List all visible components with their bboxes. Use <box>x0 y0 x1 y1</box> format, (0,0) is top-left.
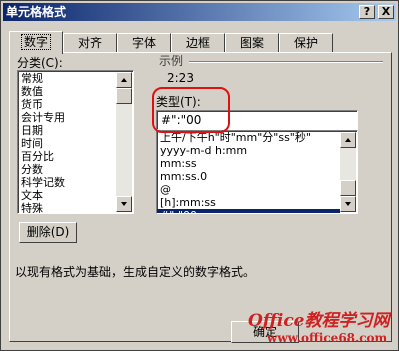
scroll-up-button[interactable] <box>116 72 132 88</box>
arrow-down-icon <box>121 202 127 206</box>
dialog-title: 单元格格式 <box>6 5 67 19</box>
tab-label: 保护 <box>293 36 318 50</box>
category-item[interactable]: 时间 <box>18 137 116 150</box>
category-item[interactable]: 科学记数 <box>18 176 116 189</box>
tab-number[interactable]: 数字 <box>9 31 63 54</box>
help-icon: ? <box>363 5 371 18</box>
category-item[interactable]: 货币 <box>18 98 116 111</box>
scroll-thumb[interactable] <box>116 88 132 104</box>
type-item[interactable]: mm:ss.0 <box>157 170 340 183</box>
category-scrollbar[interactable] <box>116 72 132 212</box>
description-text: 以现有格式为基础，生成自定义的数字格式。 <box>15 265 256 279</box>
arrow-up-icon <box>345 138 351 142</box>
tab-patterns[interactable]: 图案 <box>225 33 279 53</box>
category-item[interactable]: 常规 <box>18 72 116 85</box>
tab-protection[interactable]: 保护 <box>279 33 333 53</box>
scroll-thumb[interactable] <box>340 180 356 196</box>
close-button[interactable]: X <box>378 5 394 19</box>
category-item[interactable]: 分数 <box>18 163 116 176</box>
watermark-url: www.office68.com <box>267 331 388 345</box>
category-item[interactable]: 百分比 <box>18 150 116 163</box>
sample-label: 示例 <box>159 54 184 68</box>
type-item[interactable]: @ <box>157 183 340 196</box>
type-scrollbar[interactable] <box>340 132 356 212</box>
category-item[interactable]: 文本 <box>18 189 116 202</box>
type-item[interactable]: [h]:mm:ss <box>157 196 340 209</box>
category-item[interactable]: 会计专用 <box>18 111 116 124</box>
type-item[interactable]: mm:ss <box>157 157 340 170</box>
category-list[interactable]: 常规数值货币会计专用日期时间百分比分数科学记数文本特殊自定义 <box>17 70 134 214</box>
watermark-logo: Office教程学习网 <box>248 311 390 331</box>
tab-label: 字体 <box>131 36 156 50</box>
highlight-annotation <box>152 87 230 133</box>
help-button[interactable]: ? <box>359 5 375 19</box>
type-list[interactable]: 上午/下午h"时"mm"分"ss"秒" yyyy-m-d h:mm mm:ss mm:… <box>156 130 358 214</box>
close-icon: X <box>381 5 391 18</box>
category-label: 分类(C): <box>17 56 63 70</box>
arrow-up-icon <box>121 78 127 82</box>
tab-border[interactable]: 边框 <box>171 33 225 53</box>
type-item[interactable]: yyyy-m-d h:mm <box>157 144 340 157</box>
tab-label: 边框 <box>185 36 210 50</box>
title-bar[interactable]: 单元格格式 <box>3 3 396 21</box>
category-item[interactable]: 特殊 <box>18 202 116 213</box>
delete-button[interactable]: 删除(D) <box>19 222 77 243</box>
arrow-down-icon <box>345 202 351 206</box>
sample-group-line <box>189 61 383 63</box>
format-cells-dialog: 单元格格式 ? X 数字 对齐 字体 边框 图案 保护 分类(C): 常规 数值货… <box>0 0 399 351</box>
tab-label: 数字 <box>20 34 51 50</box>
tab-font[interactable]: 字体 <box>117 33 171 53</box>
scroll-down-button[interactable] <box>116 196 132 212</box>
tab-label: 对齐 <box>77 36 102 50</box>
category-item[interactable]: 数值 <box>18 85 116 98</box>
sample-value: 2:23 <box>167 71 194 85</box>
scroll-down-button[interactable] <box>340 196 356 212</box>
category-item[interactable]: 日期 <box>18 124 116 137</box>
tab-alignment[interactable]: 对齐 <box>63 33 117 53</box>
scroll-up-button[interactable] <box>340 132 356 148</box>
tab-label: 图案 <box>239 36 264 50</box>
type-item[interactable]: #":"00 <box>157 209 340 213</box>
